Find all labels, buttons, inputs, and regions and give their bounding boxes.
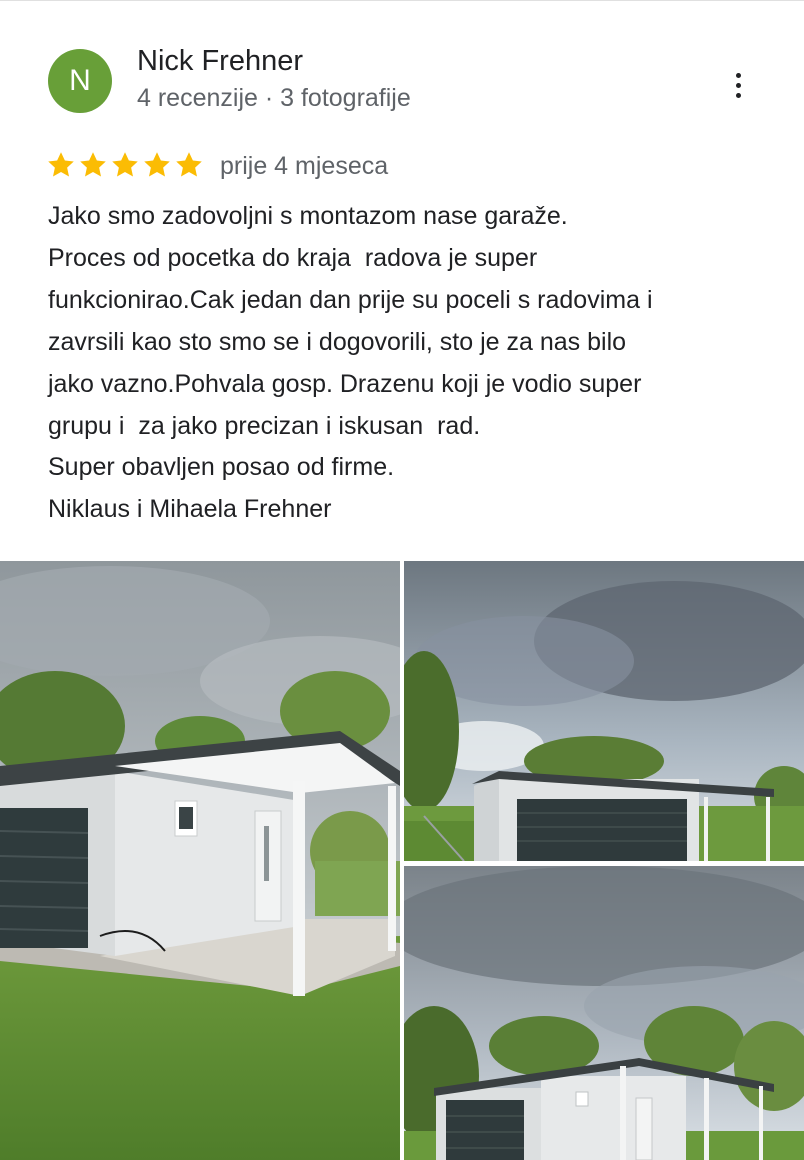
review-date: prije 4 mjeseca: [220, 152, 389, 180]
review-line: funkcionirao.Cak jedan dan prije su poce…: [48, 285, 653, 314]
review-photo-1[interactable]: [0, 561, 400, 1160]
review-photo-2[interactable]: [404, 561, 804, 861]
star-icon: [48, 152, 74, 177]
divider: [0, 0, 804, 1]
review-text: Jako smo zadovoljni s montazom nase gara…: [48, 196, 778, 531]
review-line: Proces od pocetka do kraja radova je sup…: [48, 243, 538, 272]
reviewer-meta: 4 recenzije · 3 fotografije: [137, 84, 411, 112]
star-rating: [46, 150, 204, 182]
review-line: jako vazno.Pohvala gosp. Drazenu koji je…: [48, 369, 642, 398]
star-icon: [144, 152, 170, 177]
reviewer-name[interactable]: Nick Frehner: [137, 45, 303, 78]
more-vert-icon: [735, 72, 741, 78]
review-line: grupu i za jako precizan i iskusan rad.: [48, 411, 481, 440]
review-photo-3[interactable]: [404, 866, 804, 1160]
star-icon: [112, 152, 138, 177]
star-icon: [176, 152, 202, 177]
review-line: zavrsili kao sto smo se i dogovorili, st…: [48, 327, 627, 356]
avatar[interactable]: N: [48, 49, 112, 113]
review-line: Niklaus i Mihaela Frehner: [48, 495, 332, 524]
review-line: Super obavljen posao od firme.: [48, 453, 395, 482]
star-icon: [80, 152, 106, 177]
more-options-button[interactable]: [718, 64, 758, 106]
review-card: N Nick Frehner 4 recenzije · 3 fotografi…: [0, 0, 804, 1160]
review-line: Jako smo zadovoljni s montazom nase gara…: [48, 202, 568, 230]
